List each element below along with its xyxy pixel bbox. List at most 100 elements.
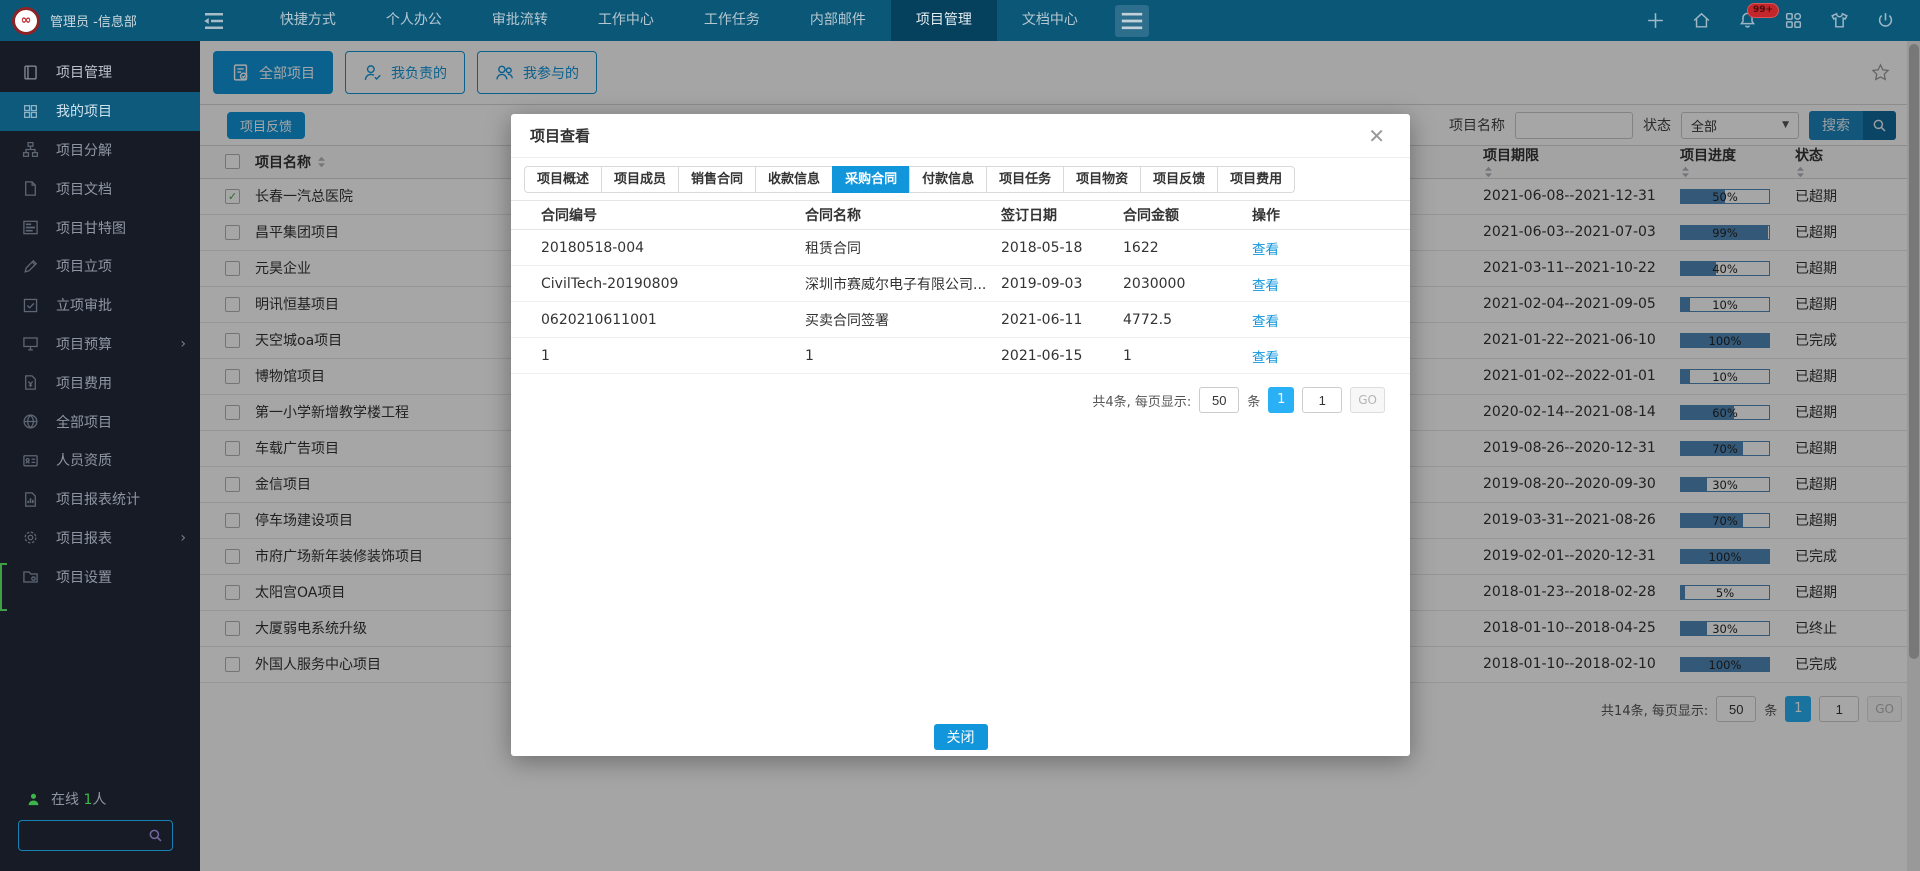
sidebar-item[interactable]: 项目立项 xyxy=(0,247,200,286)
total-count-label: 共4条, 每页显示: xyxy=(1092,391,1191,410)
monitor-icon xyxy=(22,335,39,352)
theme-shirt-icon[interactable] xyxy=(1829,10,1850,31)
modal-close-button[interactable]: 关闭 xyxy=(934,724,988,750)
sidebar-item[interactable]: 全部项目 xyxy=(0,402,200,441)
home-icon[interactable] xyxy=(1691,10,1712,31)
sidebar-item-label: 项目报表统计 xyxy=(56,489,140,509)
current-user-label: 管理员 -信息部 xyxy=(50,11,137,30)
nav-item[interactable]: 工作中心 xyxy=(573,0,679,41)
sidebar-item[interactable]: 项目预算› xyxy=(0,325,200,364)
sidebar-item[interactable]: 项目甘特图 xyxy=(0,208,200,247)
view-link[interactable]: 查看 xyxy=(1252,350,1279,366)
close-icon[interactable]: ✕ xyxy=(1362,124,1391,148)
sidebar-item[interactable]: 项目报表› xyxy=(0,519,200,558)
gear-icon xyxy=(22,529,39,546)
sidebar: 项目管理我的项目项目分解项目文档项目甘特图项目立项立项审批项目预算›项目费用全部… xyxy=(0,41,200,871)
nav-item[interactable]: 工作任务 xyxy=(679,0,785,41)
sitemap-icon xyxy=(22,141,39,158)
contract-row: 20180518-004租赁合同2018-05-181622查看 xyxy=(511,230,1410,266)
sidebar-search-input[interactable] xyxy=(18,820,173,851)
nav-item[interactable]: 审批流转 xyxy=(467,0,573,41)
add-icon[interactable] xyxy=(1645,10,1666,31)
contract-amount: 4772.5 xyxy=(1123,312,1252,328)
id-card-icon xyxy=(22,452,39,469)
sidebar-item[interactable]: 项目费用 xyxy=(0,363,200,402)
sidebar-item-label: 项目费用 xyxy=(56,373,112,393)
more-menus-icon[interactable] xyxy=(1115,5,1149,37)
panel-collapse-handle[interactable] xyxy=(0,563,7,611)
yen-file-icon xyxy=(22,374,39,391)
contract-row: 112021-06-151查看 xyxy=(511,338,1410,374)
logout-power-icon[interactable] xyxy=(1875,10,1896,31)
contract-date: 2019-09-03 xyxy=(1001,276,1123,292)
modal-tab[interactable]: 项目反馈 xyxy=(1140,166,1218,193)
sidebar-item[interactable]: 项目分解 xyxy=(0,131,200,170)
contract-no: 0620210611001 xyxy=(511,312,805,328)
gantt-icon xyxy=(22,219,39,236)
notifications-bell-icon[interactable]: 99+ xyxy=(1737,10,1758,31)
modal-tab[interactable]: 收款信息 xyxy=(755,166,833,193)
project-view-modal: 项目查看 ✕ 项目概述项目成员销售合同收款信息采购合同付款信息项目任务项目物资项… xyxy=(511,114,1410,756)
modal-tab[interactable]: 项目任务 xyxy=(986,166,1064,193)
sidebar-item-label: 项目分解 xyxy=(56,140,112,160)
modal-tab[interactable]: 销售合同 xyxy=(678,166,756,193)
nav-item[interactable]: 项目管理 xyxy=(891,0,997,41)
sidebar-item[interactable]: 我的项目 xyxy=(0,92,200,131)
modal-tab[interactable]: 项目概述 xyxy=(524,166,602,193)
contract-row: 0620210611001买卖合同签署2021-06-114772.5查看 xyxy=(511,302,1410,338)
sidebar-item[interactable]: 项目管理 xyxy=(0,53,200,92)
sidebar-item[interactable]: 立项审批 xyxy=(0,286,200,325)
view-link[interactable]: 查看 xyxy=(1252,278,1279,294)
notification-count-badge: 99+ xyxy=(1747,3,1779,18)
page-size-input[interactable] xyxy=(1199,387,1239,413)
online-users: 在线 1人 xyxy=(26,789,106,809)
modal-tab[interactable]: 付款信息 xyxy=(909,166,987,193)
contract-amount: 1 xyxy=(1123,348,1252,364)
topbar-nav: 快捷方式个人办公审批流转工作中心工作任务内部邮件项目管理文档中心 xyxy=(255,0,1103,41)
person-icon xyxy=(26,792,41,807)
sidebar-item[interactable]: 项目报表统计 xyxy=(0,480,200,519)
sidebar-item[interactable]: 项目设置 xyxy=(0,557,200,596)
modal-title: 项目查看 xyxy=(530,125,590,146)
modal-tabs: 项目概述项目成员销售合同收款信息采购合同付款信息项目任务项目物资项目反馈项目费用 xyxy=(524,166,1410,193)
search-icon[interactable] xyxy=(148,828,163,843)
nav-item[interactable]: 个人办公 xyxy=(361,0,467,41)
sidebar-item-label: 全部项目 xyxy=(56,412,112,432)
nav-item[interactable]: 内部邮件 xyxy=(785,0,891,41)
sidebar-item-label: 项目设置 xyxy=(56,567,112,587)
contract-amount: 2030000 xyxy=(1123,276,1252,292)
nav-item[interactable]: 快捷方式 xyxy=(255,0,361,41)
view-link[interactable]: 查看 xyxy=(1252,314,1279,330)
modal-tab[interactable]: 项目物资 xyxy=(1063,166,1141,193)
sidebar-item[interactable]: 项目文档 xyxy=(0,169,200,208)
contract-name: 买卖合同签署 xyxy=(805,310,1001,330)
goto-page-input[interactable] xyxy=(1302,387,1342,413)
topbar-actions: 99+ xyxy=(1645,10,1920,31)
sidebar-item[interactable]: 人员资质 xyxy=(0,441,200,480)
modal-tab[interactable]: 采购合同 xyxy=(832,166,910,193)
sidebar-item-label: 立项审批 xyxy=(56,295,112,315)
modal-tab[interactable]: 项目成员 xyxy=(601,166,679,193)
go-button[interactable]: GO xyxy=(1350,387,1385,413)
globe-icon xyxy=(22,413,39,430)
contract-name: 深圳市赛威尔电子有限公司... xyxy=(805,274,1001,294)
sidebar-item-label: 项目立项 xyxy=(56,256,112,276)
modal-tab[interactable]: 项目费用 xyxy=(1217,166,1295,193)
contract-no: 20180518-004 xyxy=(511,240,805,256)
chevron-right-icon: › xyxy=(180,530,186,546)
contract-date: 2021-06-15 xyxy=(1001,348,1123,364)
contract-no: 1 xyxy=(511,348,805,364)
contract-table-body: 20180518-004租赁合同2018-05-181622查看CivilTec… xyxy=(511,230,1410,374)
apps-grid-icon[interactable] xyxy=(1783,10,1804,31)
sidebar-item-label: 项目预算 xyxy=(56,334,112,354)
contract-table-header: 合同编号 合同名称 签订日期 合同金额 操作 xyxy=(511,200,1410,230)
folder-gear-icon xyxy=(22,568,39,585)
sidebar-item-label: 项目管理 xyxy=(56,62,112,82)
sidebar-item-label: 项目文档 xyxy=(56,179,112,199)
page-number-button[interactable]: 1 xyxy=(1268,387,1294,413)
topbar: ∞ 管理员 -信息部 快捷方式个人办公审批流转工作中心工作任务内部邮件项目管理文… xyxy=(0,0,1920,41)
nav-item[interactable]: 文档中心 xyxy=(997,0,1103,41)
view-link[interactable]: 查看 xyxy=(1252,242,1279,258)
sidebar-collapse-icon[interactable] xyxy=(199,6,229,36)
contract-date: 2018-05-18 xyxy=(1001,240,1123,256)
